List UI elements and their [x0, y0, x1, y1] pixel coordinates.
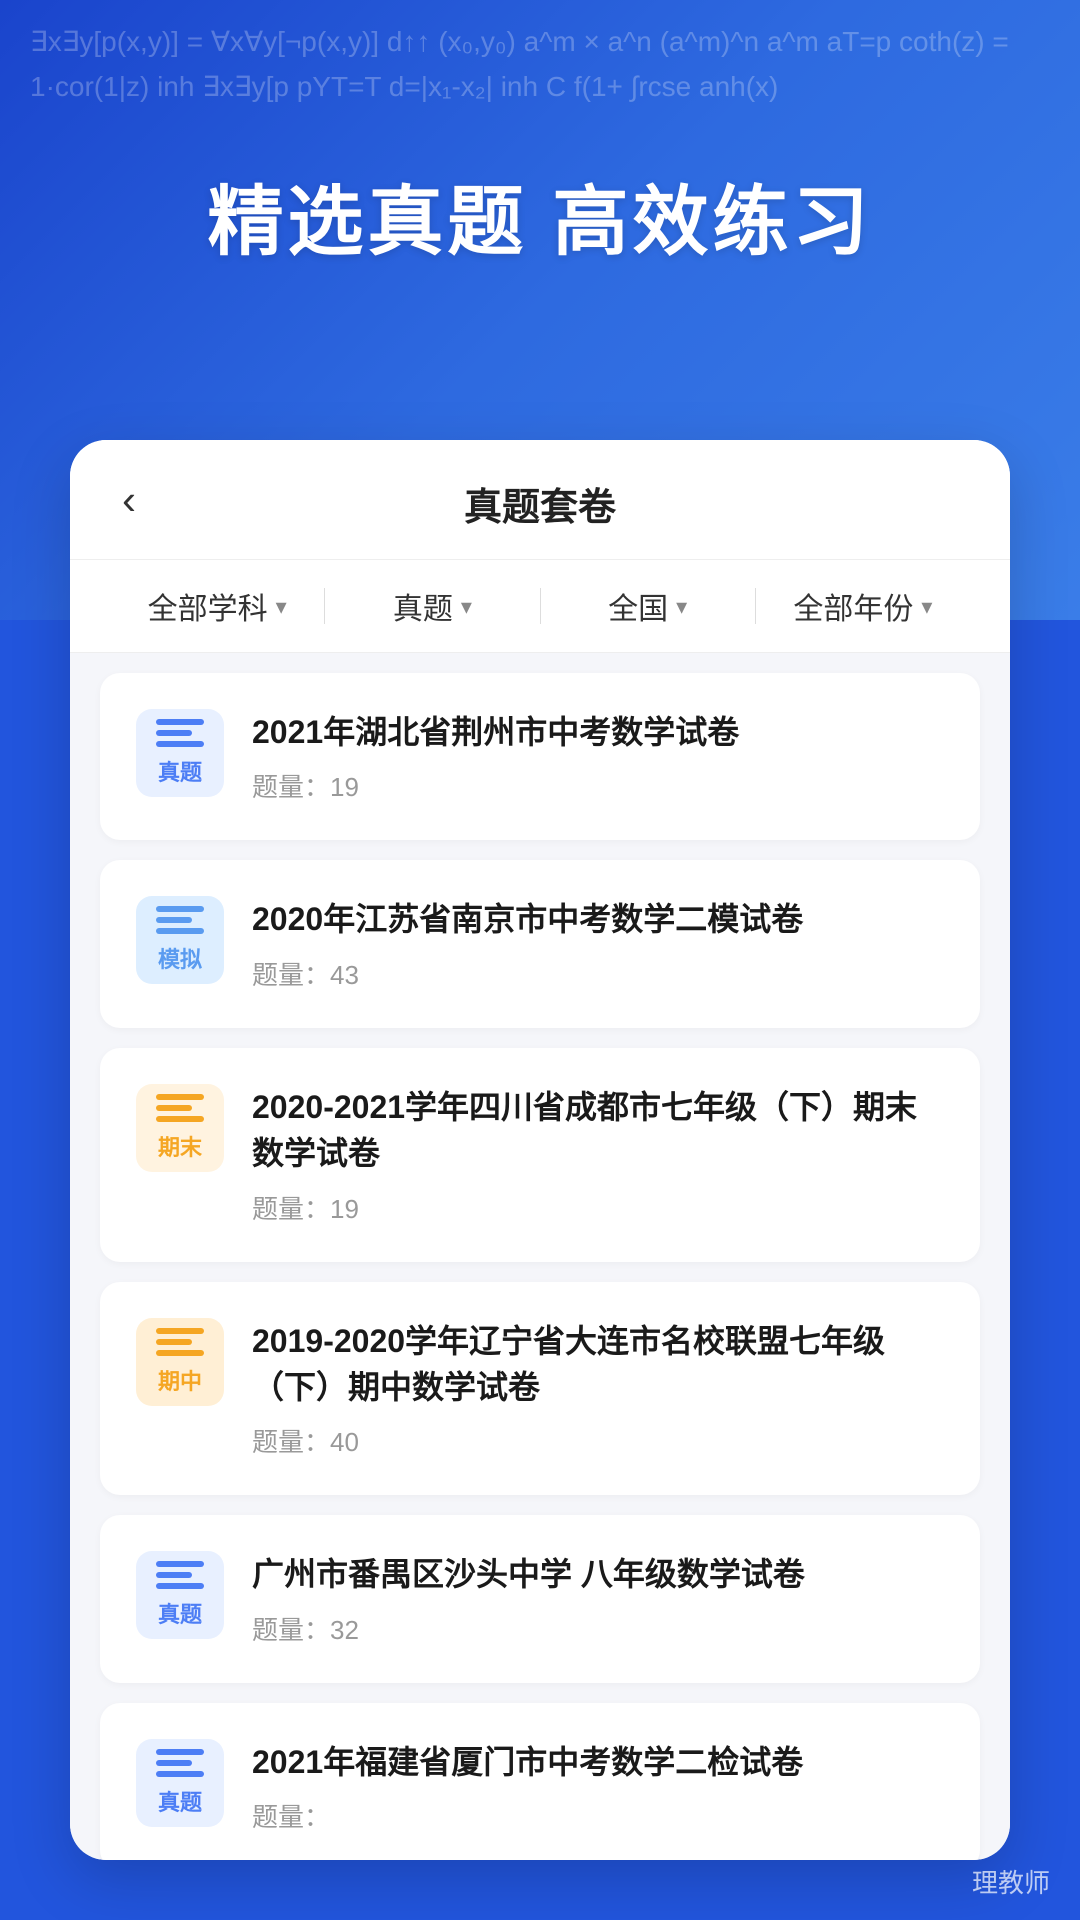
badge-line	[156, 741, 204, 747]
badge-label: 真题	[158, 1785, 202, 1817]
item-count: 题量：32	[252, 1610, 944, 1647]
item-count: 题量：43	[252, 955, 944, 992]
badge-zhenti-4: 真题	[136, 1551, 224, 1639]
item-content: 2021年湖北省荆州市中考数学试卷 题量：19	[252, 709, 944, 804]
item-title: 2019-2020学年辽宁省大连市名校联盟七年级（下）期中数学试卷	[252, 1318, 944, 1411]
hero-title: 精选真题 高效练习	[0, 160, 1080, 270]
badge-line	[156, 1572, 192, 1578]
badge-line	[156, 1116, 204, 1122]
filter-type[interactable]: 真题 ▾	[325, 584, 539, 628]
badge-zhenti-5: 真题	[136, 1739, 224, 1827]
back-button[interactable]: ‹	[110, 468, 148, 532]
badge-lines	[156, 1749, 204, 1777]
card-header: ‹ 真题套卷	[70, 440, 1010, 560]
watermark: 理教师	[972, 1863, 1050, 1900]
item-title: 2020-2021学年四川省成都市七年级（下）期末数学试卷	[252, 1084, 944, 1177]
list-item[interactable]: 真题 2021年湖北省荆州市中考数学试卷 题量：19	[100, 673, 980, 840]
badge-line	[156, 1105, 192, 1111]
filter-region[interactable]: 全国 ▾	[541, 584, 755, 628]
item-count: 题量：19	[252, 1189, 944, 1226]
badge-lines	[156, 1094, 204, 1122]
item-count: 题量：	[252, 1797, 944, 1834]
badge-lines	[156, 1328, 204, 1356]
badge-line	[156, 719, 204, 725]
badge-line	[156, 928, 204, 934]
item-title: 广州市番禺区沙头中学 八年级数学试卷	[252, 1551, 944, 1597]
item-count: 题量：40	[252, 1422, 944, 1459]
filter-region-arrow: ▾	[676, 594, 687, 620]
badge-line	[156, 1749, 204, 1755]
badge-zhenti-0: 真题	[136, 709, 224, 797]
badge-line	[156, 730, 192, 736]
filter-bar: 全部学科 ▾ 真题 ▾ 全国 ▾ 全部年份 ▾	[70, 560, 1010, 653]
exam-list: 真题 2021年湖北省荆州市中考数学试卷 题量：19 模拟 2020年江苏省南	[70, 653, 1010, 1860]
badge-line	[156, 1094, 204, 1100]
badge-line	[156, 1339, 192, 1345]
badge-lines	[156, 1561, 204, 1589]
list-item[interactable]: 期中 2019-2020学年辽宁省大连市名校联盟七年级（下）期中数学试卷 题量：…	[100, 1282, 980, 1496]
item-title: 2021年福建省厦门市中考数学二检试卷	[252, 1739, 944, 1785]
item-content: 2020-2021学年四川省成都市七年级（下）期末数学试卷 题量：19	[252, 1084, 944, 1226]
item-title: 2021年湖北省荆州市中考数学试卷	[252, 709, 944, 755]
badge-line	[156, 1561, 204, 1567]
badge-label: 期中	[158, 1364, 202, 1396]
item-count: 题量：19	[252, 767, 944, 804]
list-item[interactable]: 模拟 2020年江苏省南京市中考数学二模试卷 题量：43	[100, 860, 980, 1027]
badge-label: 真题	[158, 755, 202, 787]
item-content: 2021年福建省厦门市中考数学二检试卷 题量：	[252, 1739, 944, 1834]
page-title: 真题套卷	[464, 476, 616, 531]
badge-line	[156, 1760, 192, 1766]
filter-year-label: 全部年份	[793, 584, 913, 628]
filter-type-label: 真题	[393, 584, 453, 628]
badge-label: 真题	[158, 1597, 202, 1629]
badge-line	[156, 917, 192, 923]
item-content: 2020年江苏省南京市中考数学二模试卷 题量：43	[252, 896, 944, 991]
badge-line	[156, 1350, 204, 1356]
filter-year-arrow: ▾	[921, 594, 932, 620]
list-item[interactable]: 期末 2020-2021学年四川省成都市七年级（下）期末数学试卷 题量：19	[100, 1048, 980, 1262]
badge-line	[156, 906, 204, 912]
badge-label: 模拟	[158, 942, 202, 974]
badge-label: 期末	[158, 1130, 202, 1162]
badge-moni-1: 模拟	[136, 896, 224, 984]
filter-subject-arrow: ▾	[276, 594, 287, 620]
item-content: 广州市番禺区沙头中学 八年级数学试卷 题量：32	[252, 1551, 944, 1646]
filter-type-arrow: ▾	[461, 594, 472, 620]
badge-line	[156, 1771, 204, 1777]
badge-qimo-2: 期末	[136, 1084, 224, 1172]
main-card: ‹ 真题套卷 全部学科 ▾ 真题 ▾ 全国 ▾ 全部年份 ▾	[70, 440, 1010, 1860]
item-content: 2019-2020学年辽宁省大连市名校联盟七年级（下）期中数学试卷 题量：40	[252, 1318, 944, 1460]
list-item[interactable]: 真题 广州市番禺区沙头中学 八年级数学试卷 题量：32	[100, 1515, 980, 1682]
badge-line	[156, 1583, 204, 1589]
badge-lines	[156, 719, 204, 747]
filter-year[interactable]: 全部年份 ▾	[756, 584, 970, 628]
filter-region-label: 全国	[608, 584, 668, 628]
list-item[interactable]: 真题 2021年福建省厦门市中考数学二检试卷 题量：	[100, 1703, 980, 1860]
badge-line	[156, 1328, 204, 1334]
badge-lines	[156, 906, 204, 934]
item-title: 2020年江苏省南京市中考数学二模试卷	[252, 896, 944, 942]
filter-subject[interactable]: 全部学科 ▾	[110, 584, 324, 628]
filter-subject-label: 全部学科	[148, 584, 268, 628]
badge-qizhong-3: 期中	[136, 1318, 224, 1406]
